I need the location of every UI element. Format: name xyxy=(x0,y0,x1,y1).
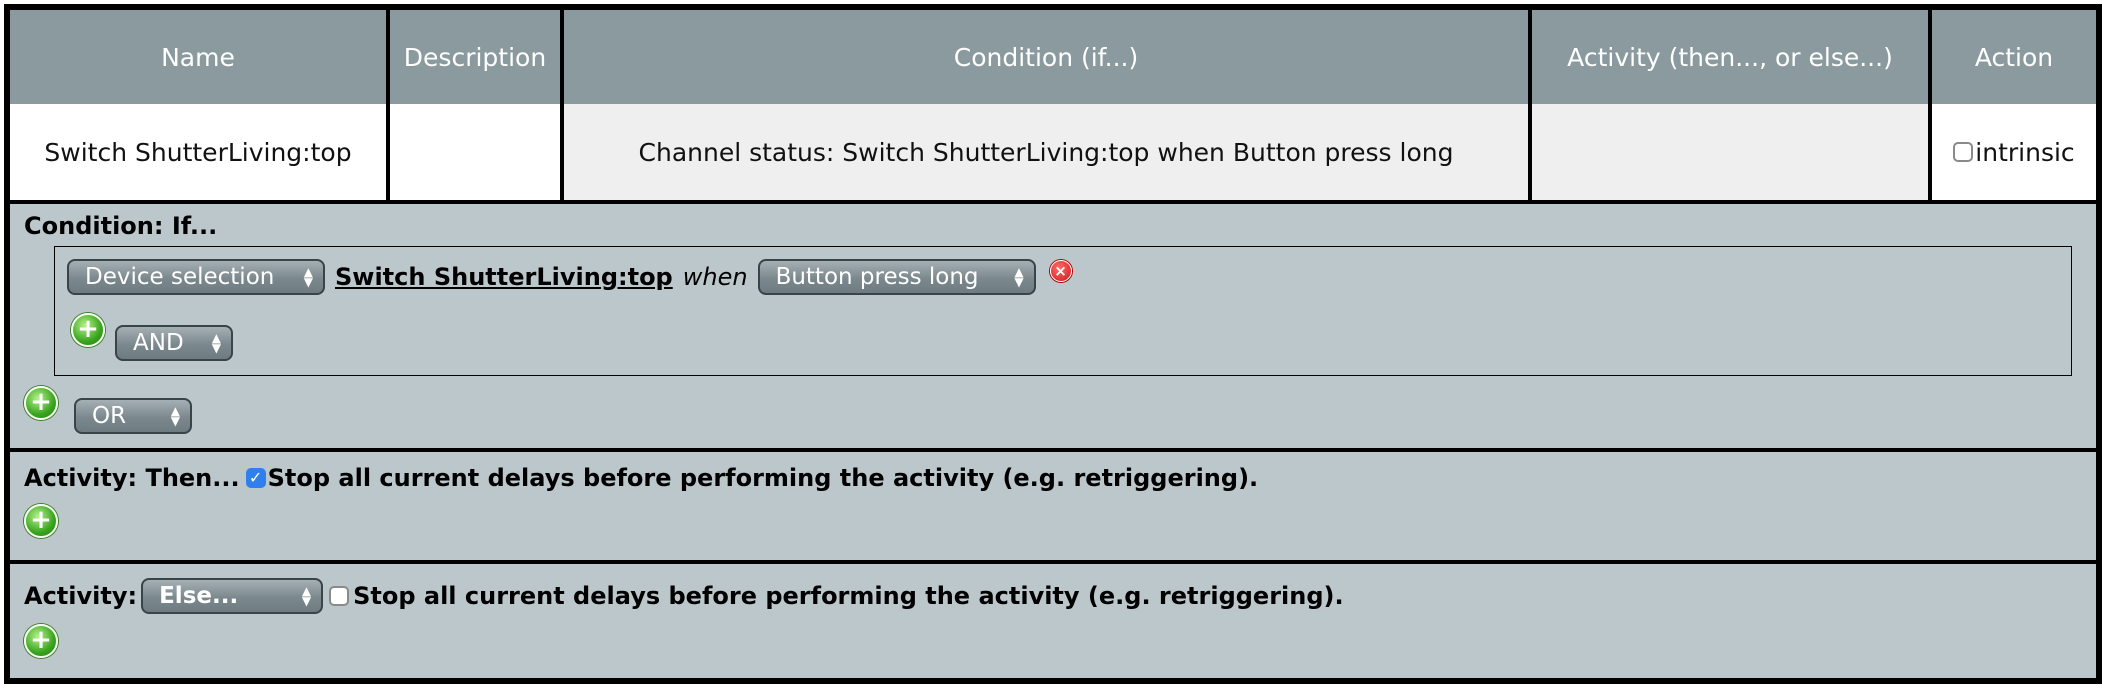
intrinsic-label: intrinsic xyxy=(1975,137,2075,167)
and-select[interactable]: AND ▲ ▼ xyxy=(115,325,233,361)
row-condition: Channel status: Switch ShutterLiving:top… xyxy=(564,104,1528,200)
then-stop-delays-checkbox[interactable]: ✓ xyxy=(245,468,266,488)
row-name: Switch ShutterLiving:top xyxy=(10,104,386,200)
add-icon[interactable]: + xyxy=(71,313,105,347)
else-stop-delays-checkbox[interactable] xyxy=(329,586,350,606)
program-editor: Name Description Condition (if...) Activ… xyxy=(4,4,2102,684)
condition-panel: Condition: If... Device selection ▲ ▼ Swi… xyxy=(10,204,2096,448)
when-text: when xyxy=(682,263,748,291)
device-selection-value: Device selection xyxy=(85,264,275,290)
select-arrows-icon: ▲ ▼ xyxy=(170,404,180,428)
select-arrows-icon: ▲ ▼ xyxy=(301,584,312,608)
device-selection-select[interactable]: Device selection ▲ ▼ xyxy=(67,259,325,295)
and-line: AND ▲ ▼ xyxy=(115,325,233,361)
row-description xyxy=(390,104,560,200)
delete-icon[interactable]: × xyxy=(1049,260,1072,282)
or-line: OR ▲ ▼ xyxy=(74,398,192,434)
select-arrows-icon: ▲ ▼ xyxy=(1014,265,1024,289)
trigger-value: Button press long xyxy=(775,264,979,290)
then-stop-delays-label: Stop all current delays before performin… xyxy=(267,464,1259,492)
header-description[interactable]: Description xyxy=(390,10,560,104)
row-activity xyxy=(1532,104,1928,200)
else-select[interactable]: Else... ▲ ▼ xyxy=(141,578,324,614)
header-name[interactable]: Name xyxy=(10,10,386,104)
select-arrows-icon: ▲ ▼ xyxy=(211,331,221,355)
header-condition[interactable]: Condition (if...) xyxy=(564,10,1528,104)
or-select[interactable]: OR ▲ ▼ xyxy=(74,398,192,434)
else-title: Activity: xyxy=(24,582,138,610)
else-panel: Activity: Else... ▲ ▼ Stop all current de… xyxy=(10,564,2096,678)
device-link[interactable]: Switch ShutterLiving:top xyxy=(335,263,673,291)
else-title-line: Activity: Else... ▲ ▼ Stop all current de… xyxy=(24,578,1344,614)
then-title-line: Activity: Then... ✓ Stop all current del… xyxy=(24,464,1258,492)
add-icon[interactable]: + xyxy=(24,624,58,658)
else-value: Else... xyxy=(159,583,239,609)
header-activity[interactable]: Activity (then..., or else...) xyxy=(1532,10,1928,104)
intrinsic-checkbox[interactable] xyxy=(1953,142,1974,162)
row-action: intrinsic xyxy=(1932,104,2096,200)
else-stop-delays-label: Stop all current delays before performin… xyxy=(353,582,1344,610)
add-icon[interactable]: + xyxy=(24,386,58,420)
and-value: AND xyxy=(133,330,184,356)
then-title: Activity: Then... xyxy=(24,464,240,492)
condition-title: Condition: If... xyxy=(24,212,218,240)
header-action[interactable]: Action xyxy=(1932,10,2096,104)
or-value: OR xyxy=(92,403,127,429)
trigger-select[interactable]: Button press long ▲ ▼ xyxy=(757,259,1036,295)
condition-group: Device selection ▲ ▼ Switch ShutterLiving… xyxy=(54,246,2072,376)
then-panel: Activity: Then... ✓ Stop all current del… xyxy=(10,452,2096,560)
condition-line: Device selection ▲ ▼ Switch ShutterLiving… xyxy=(67,259,1072,295)
select-arrows-icon: ▲ ▼ xyxy=(303,265,313,289)
add-icon[interactable]: + xyxy=(24,504,58,538)
